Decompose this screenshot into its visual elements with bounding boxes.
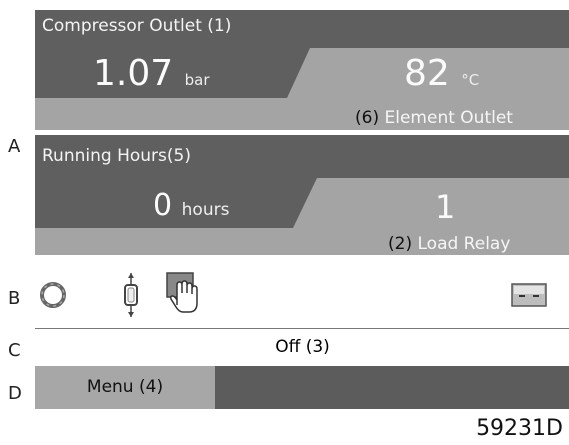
menu-button[interactable]: Menu (4) — [35, 366, 215, 409]
panel-title: Compressor Outlet (1) — [42, 16, 232, 36]
load-relay-label: (2) Load Relay — [388, 234, 511, 254]
status-line: Off (3) — [275, 337, 330, 357]
row-label-b: B — [8, 288, 21, 309]
controller-screen: Compressor Outlet (1) 1.07 bar 82 °C (6)… — [35, 10, 569, 415]
row-label-a: A — [8, 136, 21, 157]
stopped-ring-icon[interactable] — [39, 281, 67, 309]
temperature-value: 82 °C — [404, 53, 480, 94]
element-outlet-label: (6) Element Outlet — [355, 108, 513, 128]
pressure-value: 1.07 bar — [93, 53, 210, 94]
divider — [35, 328, 569, 329]
service-card-icon[interactable] — [511, 283, 547, 307]
row-label-c: C — [8, 340, 21, 361]
figure-code: 59231D — [476, 416, 563, 441]
status-icon-row — [35, 260, 569, 330]
regulation-icon[interactable] — [121, 272, 141, 318]
compressor-outlet-panel[interactable]: Compressor Outlet (1) 1.07 bar 82 °C (6)… — [35, 10, 569, 130]
hours-value: 0 hours — [153, 188, 230, 223]
panel-title: Running Hours(5) — [42, 146, 191, 166]
row-label-d: D — [8, 383, 22, 404]
load-relay-value: 1 — [435, 188, 456, 226]
menu-bar: Menu (4) — [35, 366, 569, 409]
hand-control-icon[interactable] — [165, 271, 201, 315]
running-hours-panel[interactable]: Running Hours(5) 0 hours 1 (2) Load Rela… — [35, 135, 569, 255]
